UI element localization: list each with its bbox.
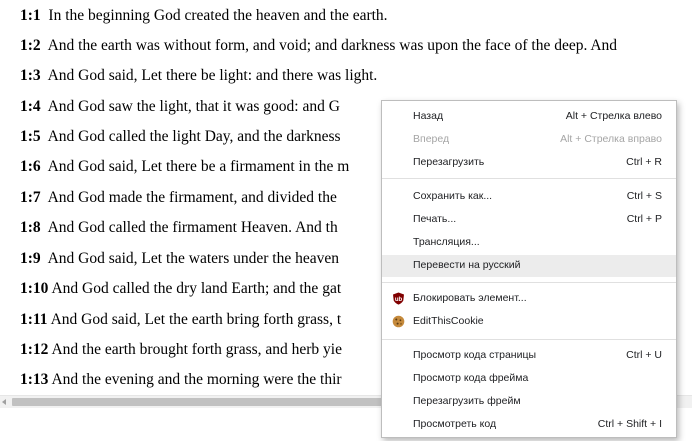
menu-separator (382, 339, 676, 340)
ublock-origin-icon: ub (393, 292, 404, 305)
verse-text: And God saw the light, that it was good:… (47, 98, 340, 115)
menu-item-shortcut: Alt + Стрелка вправо (560, 133, 662, 145)
menu-item-label: Перевести на русский (413, 259, 521, 271)
verse-ref: 1:4 (20, 98, 41, 115)
verse-text: In the beginning God created the heaven … (48, 7, 388, 24)
verse-line: 1:8 And God called the firmament Heaven.… (20, 218, 338, 238)
verse-line: 1:5 And God called the light Day, and th… (20, 127, 341, 147)
verse-text: And God called the firmament Heaven. And… (47, 219, 338, 236)
cookie-icon (392, 315, 405, 328)
verse-line: 1:9 And God said, Let the waters under t… (20, 249, 339, 269)
verse-line: 1:11 And God said, Let the earth bring f… (20, 310, 341, 330)
verse-line: 1:12 And the earth brought forth grass, … (20, 340, 342, 360)
verse-ref: 1:1 (20, 7, 41, 24)
verse-ref: 1:11 (20, 311, 48, 328)
verse-text: And God said, Let the earth bring forth … (50, 311, 342, 328)
menu-item-reload-frame[interactable]: Перезагрузить фрейм (382, 391, 676, 413)
menu-item-shortcut: Ctrl + Shift + I (597, 418, 662, 430)
verse-ref: 1:9 (20, 250, 41, 267)
verse-line: 1:2 And the earth was without form, and … (20, 36, 617, 56)
svg-text:ub: ub (395, 297, 403, 303)
menu-item-save-as[interactable]: Сохранить как... Ctrl + S (382, 186, 676, 208)
menu-item-shortcut: Ctrl + R (626, 156, 662, 168)
menu-item-label: Просмотр кода фрейма (413, 372, 529, 384)
verse-ref: 1:5 (20, 128, 41, 145)
scroll-left-arrow-icon[interactable] (2, 399, 6, 405)
verse-line: 1:6 And God said, Let there be a firmame… (20, 157, 349, 177)
verse-text: And God called the light Day, and the da… (47, 128, 341, 145)
menu-item-shortcut: Ctrl + S (626, 190, 662, 202)
menu-item-shortcut: Ctrl + P (626, 213, 662, 225)
context-menu: Назад Alt + Стрелка влево Вперед Alt + С… (381, 100, 677, 438)
menu-item-view-source[interactable]: Просмотр кода страницы Ctrl + U (382, 345, 676, 367)
menu-item-label: Назад (413, 110, 444, 122)
menu-item-inspect[interactable]: Просмотреть код Ctrl + Shift + I (382, 414, 676, 436)
verse-line: 1:4 And God saw the light, that it was g… (20, 97, 340, 117)
verse-text: And the evening and the morning were the… (51, 371, 342, 388)
verse-ref: 1:3 (20, 67, 41, 84)
menu-item-cast[interactable]: Трансляция... (382, 232, 676, 254)
menu-separator (382, 282, 676, 283)
verse-ref: 1:10 (20, 280, 49, 297)
menu-item-label: Блокировать элемент... (413, 292, 527, 304)
verse-text: And the earth brought forth grass, and h… (51, 341, 342, 358)
verse-text: And God called the dry land Earth; and t… (51, 280, 342, 297)
menu-item-label: Сохранить как... (413, 190, 493, 202)
verse-ref: 1:8 (20, 219, 41, 236)
menu-item-print[interactable]: Печать... Ctrl + P (382, 209, 676, 231)
verse-line: 1:1 In the beginning God created the hea… (20, 6, 388, 26)
verse-ref: 1:2 (20, 37, 41, 54)
menu-item-reload[interactable]: Перезагрузить Ctrl + R (382, 152, 676, 174)
scrollbar-thumb[interactable] (12, 398, 382, 406)
verse-text: And God said, Let there be light: and th… (47, 67, 378, 84)
verse-text: And God made the firmament, and divided … (47, 189, 337, 206)
menu-item-label: Вперед (413, 133, 450, 145)
verse-text: And God said, Let the waters under the h… (47, 250, 339, 267)
menu-item-label: Трансляция... (413, 236, 480, 248)
menu-item-shortcut: Ctrl + U (626, 349, 662, 361)
verse-text: And God said, Let there be a firmament i… (47, 158, 350, 175)
menu-item-label: Просмотреть код (413, 418, 497, 430)
verse-line: 1:7 And God made the firmament, and divi… (20, 188, 337, 208)
verse-ref: 1:13 (20, 371, 49, 388)
menu-item-translate[interactable]: Перевести на русский (382, 255, 676, 277)
menu-item-view-frame-source[interactable]: Просмотр кода фрейма (382, 368, 676, 390)
verse-line: 1:3 And God said, Let there be light: an… (20, 66, 377, 86)
menu-item-block-element[interactable]: ub Блокировать элемент... (382, 288, 676, 310)
menu-item-label: Просмотр кода страницы (413, 349, 537, 361)
menu-item-label: EditThisCookie (413, 315, 484, 327)
menu-item-forward[interactable]: Вперед Alt + Стрелка вправо (382, 129, 676, 151)
menu-separator (382, 178, 676, 179)
verse-line: 1:10 And God called the dry land Earth; … (20, 279, 341, 299)
menu-item-back[interactable]: Назад Alt + Стрелка влево (382, 106, 676, 128)
menu-item-editthiscookie[interactable]: EditThisCookie (382, 311, 676, 333)
menu-item-shortcut: Alt + Стрелка влево (565, 110, 662, 122)
menu-item-label: Печать... (413, 213, 457, 225)
menu-item-label: Перезагрузить (413, 156, 485, 168)
verse-text: And the earth was without form, and void… (47, 37, 618, 54)
menu-item-label: Перезагрузить фрейм (413, 395, 521, 407)
verse-ref: 1:6 (20, 158, 41, 175)
verse-line: 1:13 And the evening and the morning wer… (20, 370, 342, 390)
verse-ref: 1:12 (20, 341, 49, 358)
verse-ref: 1:7 (20, 189, 41, 206)
